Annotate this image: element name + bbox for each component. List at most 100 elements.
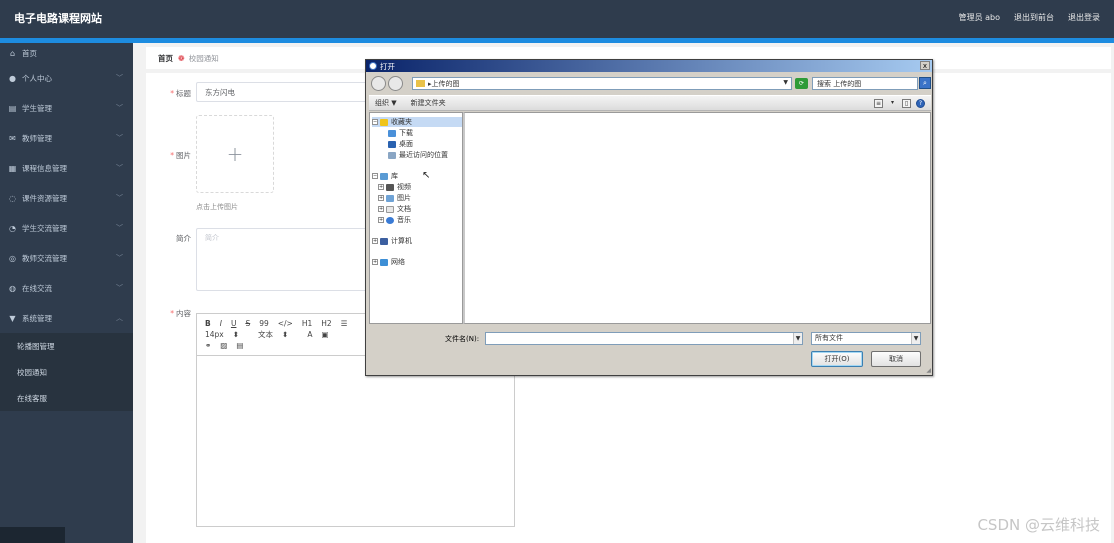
nav-recent[interactable]: 最近访问的位置 (388, 150, 448, 160)
nav-music[interactable]: + 音乐 (378, 215, 411, 225)
filename-input[interactable]: ▼ (485, 332, 803, 345)
link-icon[interactable]: ⚭ (205, 341, 211, 350)
sidebar-item-teachers[interactable]: ✉ 教师管理 ﹀ (0, 123, 133, 153)
code-button[interactable]: </> (278, 319, 293, 328)
expand-icon[interactable]: + (378, 206, 384, 212)
network-icon (380, 258, 388, 266)
help-icon[interactable]: ? (916, 99, 925, 108)
sidebar-item-system[interactable]: ▼ 系统管理 ︿ (0, 303, 133, 333)
expand-icon[interactable]: + (378, 195, 384, 201)
video-library-icon (386, 183, 394, 191)
view-dropdown-icon[interactable]: ▾ (888, 99, 897, 108)
font-color-icon[interactable]: A (307, 330, 312, 339)
expand-icon[interactable]: + (372, 238, 378, 244)
forward-arrow-icon[interactable] (388, 76, 403, 91)
font-type-select[interactable]: 文本 (258, 329, 273, 340)
quote-button[interactable]: 99 (259, 319, 269, 328)
nav-desktop[interactable]: 桌面 (388, 139, 413, 149)
nav-computer[interactable]: + 计算机 (372, 236, 412, 246)
sidebar-item-student-chat[interactable]: ◔ 学生交流管理 ﹀ (0, 213, 133, 243)
image-uploader[interactable]: + (196, 115, 274, 193)
dropdown-arrow-icon[interactable]: ▼ (793, 333, 802, 344)
chevron-down-icon: ﹀ (116, 164, 123, 172)
bold-button[interactable]: B (205, 319, 211, 328)
nav-documents[interactable]: + 文档 (378, 204, 411, 214)
sidebar-item-home[interactable]: ⌂ 首页 (0, 43, 133, 63)
chevron-down-icon: ﹀ (116, 284, 123, 292)
background-color-icon[interactable]: ▣ (321, 330, 328, 339)
select-arrow-icon: ⬍ (232, 330, 240, 339)
italic-button[interactable]: I (220, 319, 222, 328)
filetype-select[interactable]: 所有文件 ▼ (811, 332, 921, 345)
online-icon: ◍ (9, 283, 16, 293)
search-icon[interactable]: ⌕ (919, 77, 931, 89)
sidebar-item-students[interactable]: ▤ 学生管理 ﹀ (0, 93, 133, 123)
sidebar-item-profile[interactable]: ● 个人中心 ﹀ (0, 63, 133, 93)
chevron-down-icon: ﹀ (116, 224, 123, 232)
h1-button[interactable]: H1 (302, 319, 312, 328)
logout-link[interactable]: 退出登录 (1068, 12, 1100, 23)
new-folder-button[interactable]: 新建文件夹 (411, 98, 446, 108)
nav-libraries[interactable]: − 库 (372, 171, 398, 181)
star-icon (380, 118, 388, 126)
ordered-list-icon[interactable]: ☰ (341, 319, 348, 328)
nav-network[interactable]: + 网络 (372, 257, 405, 267)
view-mode-icon[interactable]: ≡ (874, 99, 883, 108)
nav-downloads[interactable]: 下载 (388, 128, 413, 138)
dialog-titlebar[interactable]: 打开 x (366, 60, 932, 72)
close-icon[interactable]: x (920, 61, 930, 70)
collapse-icon[interactable]: − (372, 119, 378, 125)
folder-icon (416, 80, 425, 87)
sidebar-footer-block (0, 527, 65, 543)
video-icon[interactable]: ▤ (236, 341, 243, 350)
font-size-select[interactable]: 14px (205, 330, 224, 339)
open-button[interactable]: 打开(O) (811, 351, 863, 367)
sidebar-item-courses[interactable]: ▦ 课程信息管理 ﹀ (0, 153, 133, 183)
search-input[interactable]: 搜索 上传的图 (812, 77, 918, 90)
select-arrow-icon: ⬍ (282, 330, 289, 339)
mouse-cursor-icon: ↖ (422, 170, 431, 181)
organize-menu[interactable]: 组织 ▼ (375, 98, 397, 108)
resize-grip-icon[interactable]: ◢ (926, 367, 931, 374)
expand-icon[interactable]: + (372, 259, 378, 265)
underline-button[interactable]: U (231, 319, 237, 328)
breadcrumb-home[interactable]: 首页 (158, 53, 173, 64)
dialog-footer: 文件名(N): ▼ 所有文件 ▼ 打开(O) 取消 (369, 326, 931, 374)
dialog-title: 打开 (380, 61, 395, 71)
strike-button[interactable]: S (245, 319, 250, 328)
command-bar: 组织 ▼ 新建文件夹 ≡ ▾ ▯ ? (369, 95, 931, 111)
file-list-pane[interactable] (463, 112, 931, 324)
teacher-icon: ✉ (9, 133, 16, 143)
view-controls: ≡ ▾ ▯ ? (874, 99, 925, 108)
address-bar[interactable]: ▸ 上传的图 ▼ (412, 77, 792, 90)
expand-icon[interactable]: + (378, 217, 384, 223)
sidebar-item-resources[interactable]: ◌ 课件资源管理 ﹀ (0, 183, 133, 213)
header-actions: 管理员 abo 退出到前台 退出登录 (959, 12, 1100, 23)
breadcrumb-logo-icon: ❁ (178, 53, 185, 63)
dropdown-arrow-icon[interactable]: ▼ (911, 333, 920, 344)
chevron-down-icon: ﹀ (116, 134, 123, 142)
nav-pictures[interactable]: + 图片 (378, 193, 411, 203)
h2-button[interactable]: H2 (321, 319, 331, 328)
cancel-button[interactable]: 取消 (871, 351, 921, 367)
nav-favorites[interactable]: − 收藏夹 (372, 117, 462, 127)
navigation-pane: − 收藏夹 下载 桌面 最近访问的位置 − 库 + 视频 + 图片 + 文档 +… (369, 112, 463, 324)
course-icon: ▦ (8, 163, 17, 173)
image-icon[interactable]: ▨ (220, 341, 227, 350)
home-icon: ⌂ (9, 48, 16, 58)
sidebar-item-teacher-chat[interactable]: ◎ 教师交流管理 ﹀ (0, 243, 133, 273)
sidebar-subitem-notice[interactable]: 校园通知 (0, 359, 133, 385)
sidebar-item-online[interactable]: ◍ 在线交流 ﹀ (0, 273, 133, 303)
back-to-front-link[interactable]: 退出到前台 (1014, 12, 1054, 23)
sidebar-subitem-carousel[interactable]: 轮播图管理 (0, 333, 133, 359)
nav-videos[interactable]: + 视频 (378, 182, 411, 192)
sidebar-subitem-service[interactable]: 在线客服 (0, 385, 133, 411)
dropdown-arrow-icon[interactable]: ▼ (783, 79, 788, 86)
collapse-icon[interactable]: − (372, 173, 378, 179)
preview-pane-icon[interactable]: ▯ (902, 99, 911, 108)
expand-icon[interactable]: + (378, 184, 384, 190)
back-arrow-icon[interactable] (371, 76, 386, 91)
documents-icon (386, 205, 394, 213)
refresh-icon[interactable]: ⟳ (795, 78, 808, 89)
breadcrumb-current: 校园通知 (188, 53, 219, 63)
